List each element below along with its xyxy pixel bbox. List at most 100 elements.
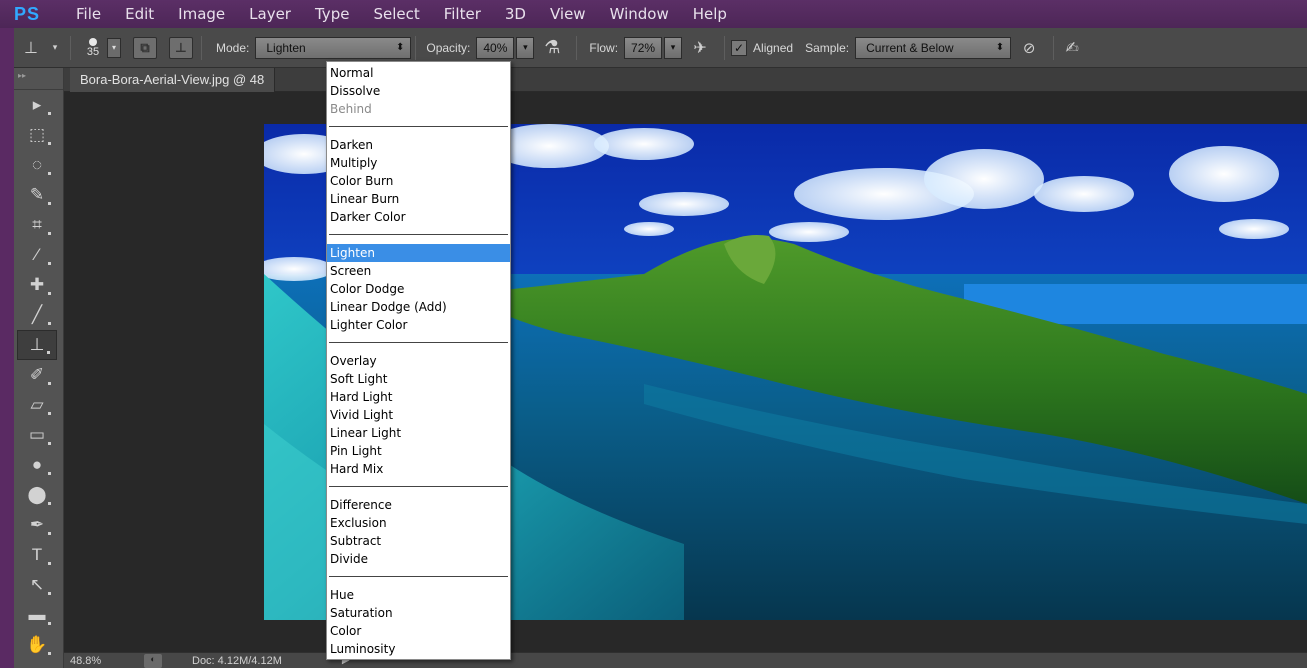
blend-mode-option-hard-light[interactable]: Hard Light (327, 388, 510, 406)
blend-mode-option-vivid-light[interactable]: Vivid Light (327, 406, 510, 424)
move-icon[interactable]: ▸ (17, 90, 57, 120)
lasso-icon[interactable]: ◌ (17, 150, 57, 180)
flyout-corner-icon (48, 502, 51, 505)
toggle-brush-panel-button[interactable]: ⊥ (169, 36, 193, 59)
brush-icon[interactable]: ╱ (17, 300, 57, 330)
flyout-corner-icon (48, 112, 51, 115)
menu-image[interactable]: Image (166, 0, 237, 28)
blend-mode-option-difference[interactable]: Difference (327, 496, 510, 514)
zoom-level[interactable]: 48.8% (64, 655, 124, 667)
marquee-icon[interactable]: ⬚ (17, 120, 57, 150)
quick-select-icon[interactable]: ✎ (17, 180, 57, 210)
opacity-field[interactable]: 40% (476, 36, 515, 59)
blend-mode-option-dissolve[interactable]: Dissolve (327, 82, 510, 100)
blend-mode-option-normal[interactable]: Normal (327, 64, 510, 82)
blend-mode-option-lighter-color[interactable]: Lighter Color (327, 316, 510, 334)
menu-type[interactable]: Type (303, 0, 361, 28)
blend-mode-option-soft-light[interactable]: Soft Light (327, 370, 510, 388)
menu-help[interactable]: Help (681, 0, 739, 28)
blend-mode-option-darken[interactable]: Darken (327, 136, 510, 154)
divider (201, 35, 202, 60)
history-brush-icon[interactable]: ✐ (17, 360, 57, 390)
quick-select-icon-glyph: ✎ (29, 185, 45, 204)
document-tab[interactable]: Bora-Bora-Aerial-View.jpg @ 48 (70, 68, 276, 92)
document-tab-bar: Bora-Bora-Aerial-View.jpg @ 48 (64, 68, 1307, 92)
pressure-opacity-icon[interactable]: ⚗ (534, 37, 570, 58)
blend-mode-option-behind: Behind (330, 102, 372, 116)
path-select-icon[interactable]: ↖ (17, 570, 57, 600)
blend-mode-option-pin-light[interactable]: Pin Light (327, 442, 510, 460)
blend-mode-option-color-dodge[interactable]: Color Dodge (327, 280, 510, 298)
opacity-label: Opacity: (426, 40, 471, 55)
healing-brush-icon-glyph: ✚ (29, 275, 45, 294)
clone-stamp-preset-icon[interactable]: ⊥ (14, 38, 48, 58)
marquee-icon-glyph: ⬚ (28, 125, 46, 144)
flow-field[interactable]: 72% (624, 36, 663, 59)
blend-mode-option-linear-dodge-add[interactable]: Linear Dodge (Add) (327, 298, 510, 316)
mode-select[interactable]: Lighten ⬍ (255, 36, 412, 59)
opacity-slider-dropdown[interactable]: ▾ (516, 36, 535, 59)
flow-slider-dropdown[interactable]: ▾ (664, 36, 683, 59)
aligned-checkbox[interactable]: ✓ (731, 39, 748, 56)
menu-filter[interactable]: Filter (432, 0, 493, 28)
history-brush-icon-glyph: ✐ (29, 365, 45, 384)
clone-source-panel-button[interactable]: ⧉ (133, 36, 157, 59)
blend-mode-option-hard-mix[interactable]: Hard Mix (327, 460, 510, 478)
menu-window[interactable]: Window (598, 0, 681, 28)
gradient-icon[interactable]: ▭ (17, 420, 57, 450)
menu-file[interactable]: File (64, 0, 113, 28)
divider (576, 35, 578, 60)
clone-stamp-icon-glyph: ⊥ (29, 335, 45, 354)
flyout-corner-icon (48, 202, 51, 205)
chevron-down-icon[interactable]: ▾ (48, 42, 62, 53)
flyout-corner-icon (48, 142, 51, 145)
blend-mode-option-divide[interactable]: Divide (327, 550, 510, 568)
clone-stamp-icon[interactable]: ⊥ (17, 330, 57, 360)
blend-mode-option-linear-light[interactable]: Linear Light (327, 424, 510, 442)
blend-mode-option-hue[interactable]: Hue (327, 586, 510, 604)
pressure-size-icon[interactable]: ✍ (1060, 38, 1084, 58)
dodge-icon[interactable]: ⬤ (17, 480, 57, 510)
blend-mode-option-lighten[interactable]: Lighten (327, 244, 510, 262)
menu-edit[interactable]: Edit (113, 0, 166, 28)
blend-mode-option-darker-color[interactable]: Darker Color (327, 208, 510, 226)
gradient-icon-glyph: ▭ (28, 425, 46, 444)
blur-icon[interactable]: ● (17, 450, 57, 480)
brush-size-picker[interactable]: 35 (79, 34, 107, 62)
menu-3d[interactable]: 3D (493, 0, 538, 28)
sample-select[interactable]: Current & Below ⬍ (855, 36, 1012, 59)
menu-layer[interactable]: Layer (237, 0, 303, 28)
flow-label: Flow: (589, 40, 619, 55)
healing-brush-icon[interactable]: ✚ (17, 270, 57, 300)
blend-mode-option-multiply[interactable]: Multiply (327, 154, 510, 172)
status-info-icon[interactable]: ◐ (144, 653, 162, 668)
blend-mode-option-color[interactable]: Color (327, 622, 510, 640)
blend-mode-option-saturation[interactable]: Saturation (327, 604, 510, 622)
canvas-area[interactable] (64, 92, 1307, 652)
blend-mode-option-color-burn[interactable]: Color Burn (327, 172, 510, 190)
blend-mode-option-exclusion[interactable]: Exclusion (327, 514, 510, 532)
panel-grip[interactable]: ▸▸ (14, 68, 63, 90)
menu-view[interactable]: View (538, 0, 598, 28)
blend-mode-option-screen[interactable]: Screen (327, 262, 510, 280)
hand-icon[interactable]: ✋ (17, 630, 57, 660)
menu-select[interactable]: Select (361, 0, 431, 28)
type-icon[interactable]: T (17, 540, 57, 570)
eraser-icon[interactable]: ▱ (17, 390, 57, 420)
blend-mode-option-luminosity[interactable]: Luminosity (327, 640, 510, 658)
divider (1053, 35, 1055, 60)
blend-mode-option-linear-burn[interactable]: Linear Burn (327, 190, 510, 208)
rectangle-icon[interactable]: ▬ (17, 600, 57, 630)
airbrush-icon[interactable]: ✈ (682, 38, 718, 58)
brush-picker-dropdown[interactable]: ▾ (107, 37, 121, 58)
pen-icon[interactable]: ✒ (17, 510, 57, 540)
eyedropper-icon[interactable]: ⁄ (17, 240, 57, 270)
tools-panel: ▸▸ ▸ ⬚ ◌ ✎ ⌗ ⁄ ✚ ╱ ⊥ ✐ ▱ ▭ ● ⬤ ✒ T ↖ ▬ ✋ (14, 68, 64, 668)
blend-mode-dropdown: Normal Dissolve Behind Darken Multiply Color … (326, 61, 511, 660)
hand-icon-glyph: ✋ (26, 635, 48, 654)
blend-mode-option-overlay[interactable]: Overlay (327, 352, 510, 370)
ignore-adjustment-layers-icon[interactable]: ⊘ (1011, 39, 1047, 57)
aligned-label: Aligned (753, 40, 794, 55)
blend-mode-option-subtract[interactable]: Subtract (327, 532, 510, 550)
crop-icon[interactable]: ⌗ (17, 210, 57, 240)
